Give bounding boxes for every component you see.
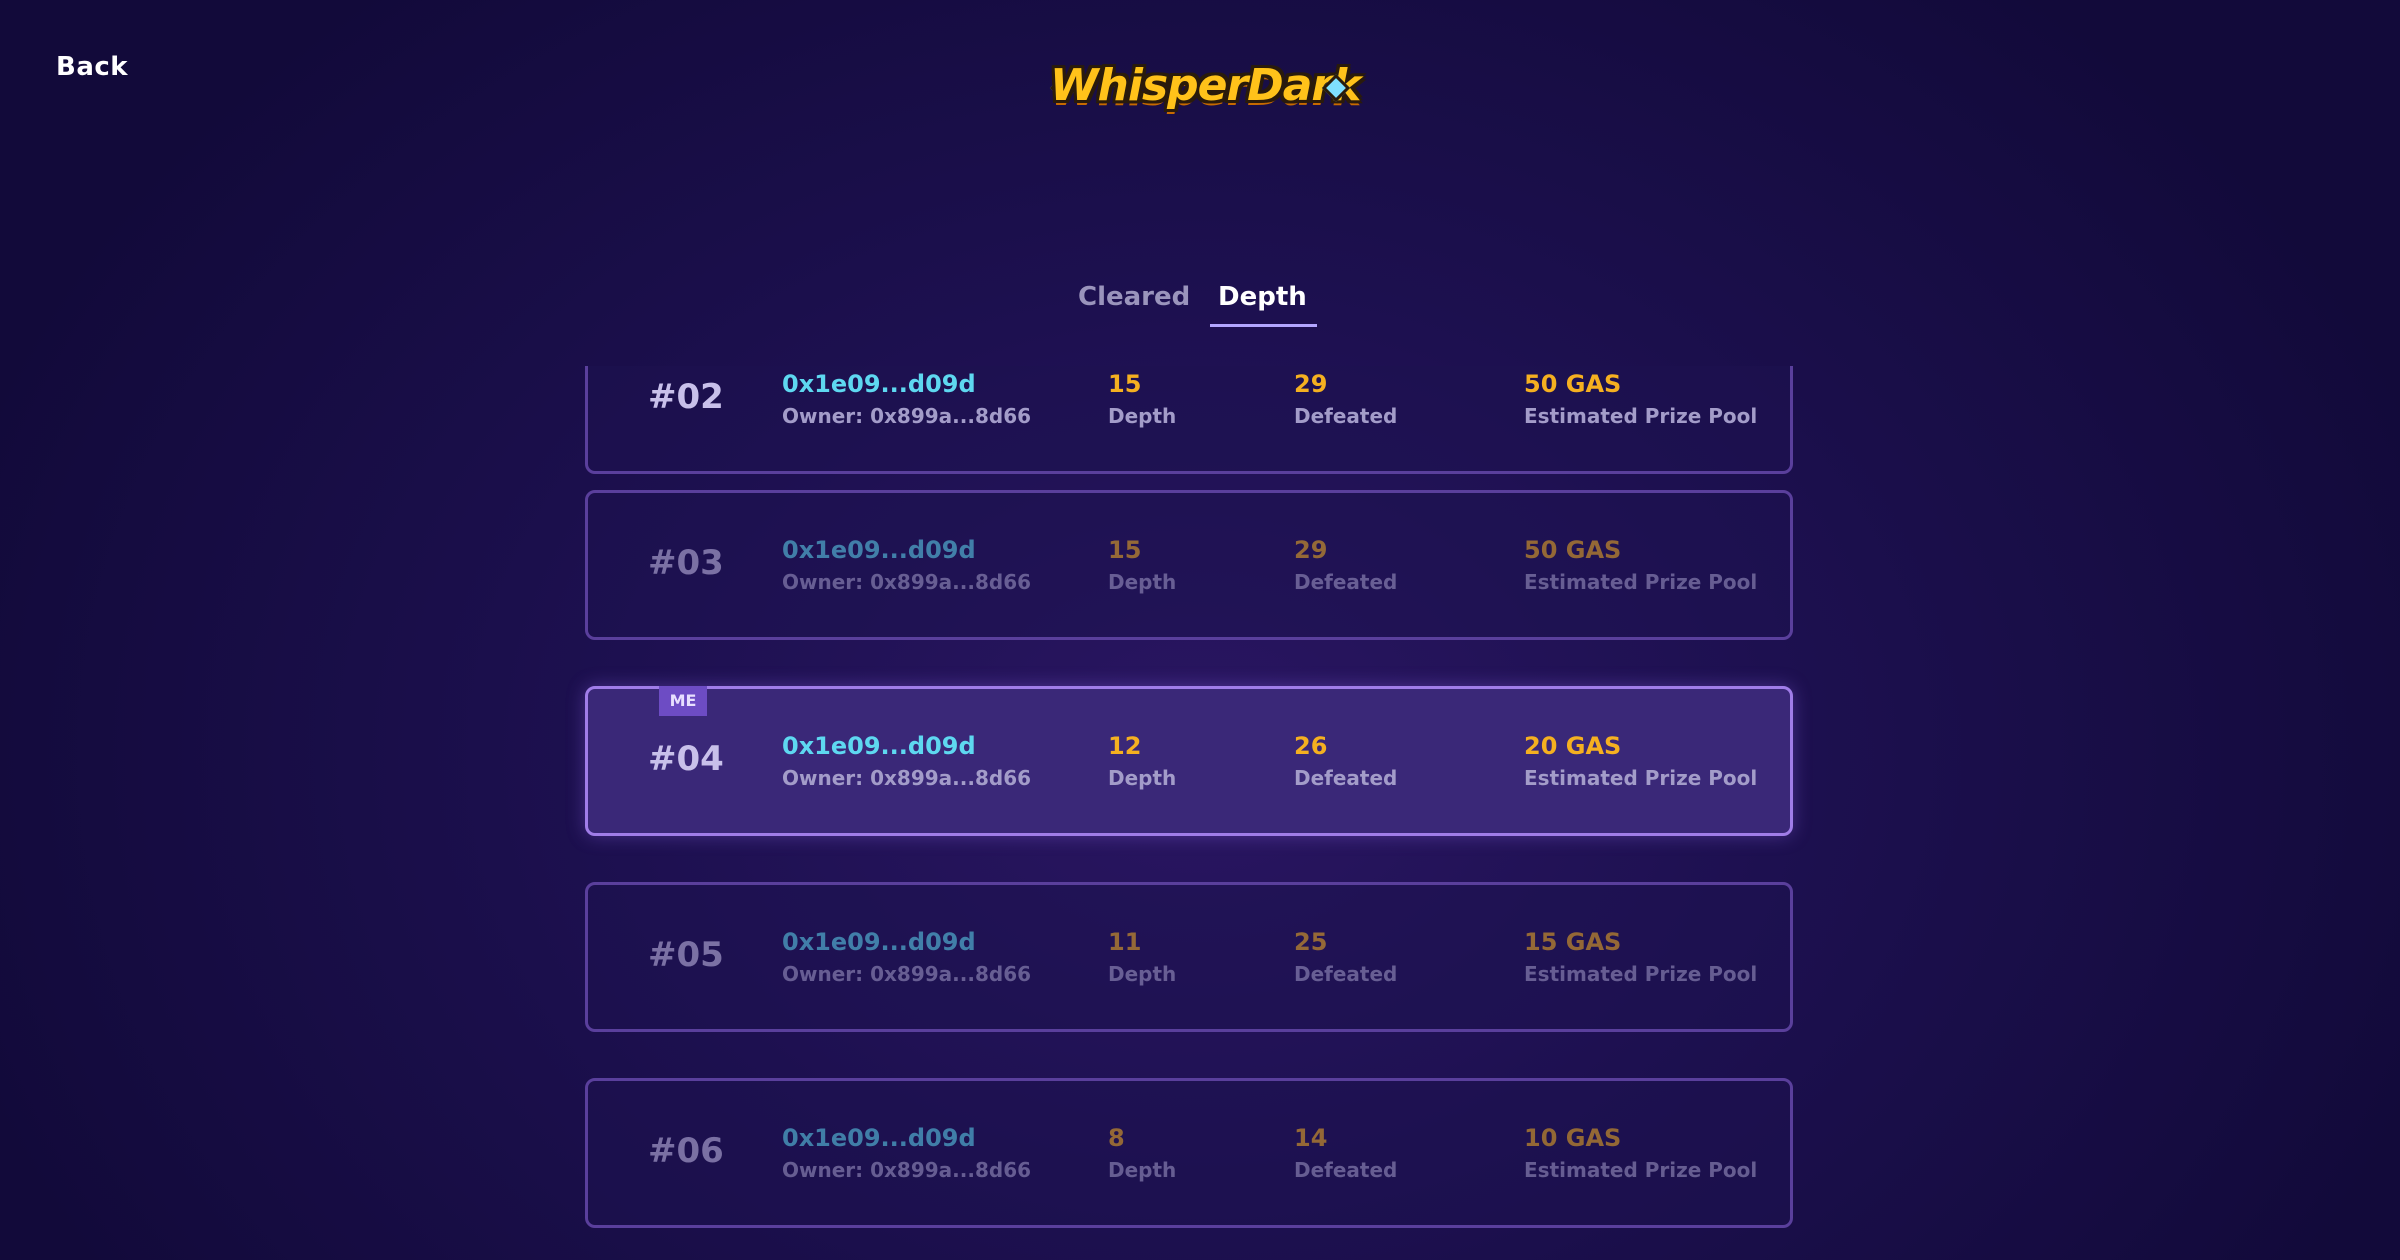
- entry-rank: #03: [648, 543, 724, 583]
- entry-defeated-label: Defeated: [1294, 962, 1398, 986]
- entry-owner: Owner: 0x899a...8d66: [782, 1158, 1032, 1182]
- entry-defeated-value: 29: [1294, 536, 1328, 564]
- entry-address-column: 0x1e09...d09d Owner: 0x899a...8d66: [782, 369, 1031, 429]
- entry-prize-value: 20 GAS: [1524, 732, 1622, 760]
- entry-defeated-label: Defeated: [1294, 1158, 1398, 1182]
- entry-depth-column: 12 Depth: [1108, 731, 1176, 791]
- entry-rank: #04: [648, 739, 724, 779]
- entry-rank: #05: [648, 935, 724, 975]
- entry-address: 0x1e09...d09d: [782, 732, 976, 760]
- entry-depth-label: Depth: [1108, 570, 1177, 594]
- entry-defeated-label: Defeated: [1294, 404, 1398, 428]
- entry-owner: Owner: 0x899a...8d66: [782, 962, 1032, 986]
- entry-defeated-value: 26: [1294, 732, 1328, 760]
- entry-address-column: 0x1e09...d09d Owner: 0x899a...8d66: [782, 731, 1031, 791]
- entry-prize-column: 10 GAS Estimated Prize Pool: [1524, 1123, 1757, 1183]
- entry-defeated-label: Defeated: [1294, 570, 1398, 594]
- entry-prize-column: 50 GAS Estimated Prize Pool: [1524, 535, 1757, 595]
- entry-prize-value: 15 GAS: [1524, 928, 1622, 956]
- leaderboard-entry[interactable]: #02 0x1e09...d09d Owner: 0x899a...8d66 1…: [585, 366, 1793, 474]
- entry-prize-value: 50 GAS: [1524, 370, 1622, 398]
- entry-address-column: 0x1e09...d09d Owner: 0x899a...8d66: [782, 1123, 1031, 1183]
- entry-owner: Owner: 0x899a...8d66: [782, 570, 1032, 594]
- entry-depth-value: 15: [1108, 370, 1142, 398]
- entry-address-column: 0x1e09...d09d Owner: 0x899a...8d66: [782, 927, 1031, 987]
- entry-depth-value: 15: [1108, 536, 1142, 564]
- back-button[interactable]: Back: [56, 52, 128, 82]
- entry-content: #02 0x1e09...d09d Owner: 0x899a...8d66 1…: [588, 366, 1790, 471]
- entry-defeated-value: 25: [1294, 928, 1328, 956]
- entry-owner: Owner: 0x899a...8d66: [782, 766, 1032, 790]
- entry-depth-column: 15 Depth: [1108, 535, 1176, 595]
- tab-depth[interactable]: Depth: [1210, 282, 1317, 327]
- entry-depth-column: 11 Depth: [1108, 927, 1176, 987]
- entry-defeated-value: 29: [1294, 370, 1328, 398]
- entry-content: #05 0x1e09...d09d Owner: 0x899a...8d66 1…: [588, 885, 1790, 1029]
- entry-depth-label: Depth: [1108, 404, 1177, 428]
- game-logo: WhisperDark: [1049, 58, 1361, 118]
- leaderboard-entry[interactable]: #06 0x1e09...d09d Owner: 0x899a...8d66 8…: [585, 1078, 1793, 1228]
- entry-rank: #06: [648, 1131, 724, 1171]
- entry-address: 0x1e09...d09d: [782, 1124, 976, 1152]
- logo-text: WhisperDark: [1050, 60, 1361, 111]
- entry-content: #04 0x1e09...d09d Owner: 0x899a...8d66 1…: [588, 689, 1790, 833]
- entry-depth-label: Depth: [1108, 962, 1177, 986]
- entry-address-column: 0x1e09...d09d Owner: 0x899a...8d66: [782, 535, 1031, 595]
- entry-prize-value: 10 GAS: [1524, 1124, 1622, 1152]
- entry-address: 0x1e09...d09d: [782, 928, 976, 956]
- entry-address: 0x1e09...d09d: [782, 370, 976, 398]
- entry-defeated-label: Defeated: [1294, 766, 1398, 790]
- entry-rank: #02: [648, 377, 724, 417]
- entry-prize-label: Estimated Prize Pool: [1524, 570, 1758, 594]
- entry-defeated-column: 29 Defeated: [1294, 535, 1397, 595]
- leaderboard-entry-me[interactable]: ME #04 0x1e09...d09d Owner: 0x899a...8d6…: [585, 686, 1793, 836]
- entry-depth-column: 8 Depth: [1108, 1123, 1176, 1183]
- tab-cleared[interactable]: Cleared: [1078, 282, 1190, 324]
- entry-defeated-value: 14: [1294, 1124, 1328, 1152]
- entry-defeated-column: 25 Defeated: [1294, 927, 1397, 987]
- entry-defeated-column: 29 Defeated: [1294, 369, 1397, 429]
- entry-prize-column: 20 GAS Estimated Prize Pool: [1524, 731, 1757, 791]
- entry-prize-label: Estimated Prize Pool: [1524, 962, 1758, 986]
- leaderboard-entry[interactable]: #05 0x1e09...d09d Owner: 0x899a...8d66 1…: [585, 882, 1793, 1032]
- leaderboard-list[interactable]: #02 0x1e09...d09d Owner: 0x899a...8d66 1…: [0, 366, 2400, 1260]
- entry-depth-label: Depth: [1108, 766, 1177, 790]
- entry-defeated-column: 14 Defeated: [1294, 1123, 1397, 1183]
- entry-depth-value: 8: [1108, 1124, 1125, 1152]
- entry-content: #06 0x1e09...d09d Owner: 0x899a...8d66 8…: [588, 1081, 1790, 1225]
- leaderboard-tabs: Cleared Depth: [0, 282, 2400, 327]
- entry-prize-label: Estimated Prize Pool: [1524, 1158, 1758, 1182]
- entry-content: #03 0x1e09...d09d Owner: 0x899a...8d66 1…: [588, 493, 1790, 637]
- entry-prize-column: 15 GAS Estimated Prize Pool: [1524, 927, 1757, 987]
- entry-depth-label: Depth: [1108, 1158, 1177, 1182]
- entry-prize-column: 50 GAS Estimated Prize Pool: [1524, 369, 1757, 429]
- entry-prize-value: 50 GAS: [1524, 536, 1622, 564]
- entry-prize-label: Estimated Prize Pool: [1524, 404, 1758, 428]
- entry-address: 0x1e09...d09d: [782, 536, 976, 564]
- leaderboard-entry[interactable]: #03 0x1e09...d09d Owner: 0x899a...8d66 1…: [585, 490, 1793, 640]
- entry-defeated-column: 26 Defeated: [1294, 731, 1397, 791]
- entry-depth-column: 15 Depth: [1108, 369, 1176, 429]
- entry-prize-label: Estimated Prize Pool: [1524, 766, 1758, 790]
- entry-depth-value: 12: [1108, 732, 1142, 760]
- entry-depth-value: 11: [1108, 928, 1142, 956]
- entry-owner: Owner: 0x899a...8d66: [782, 404, 1032, 428]
